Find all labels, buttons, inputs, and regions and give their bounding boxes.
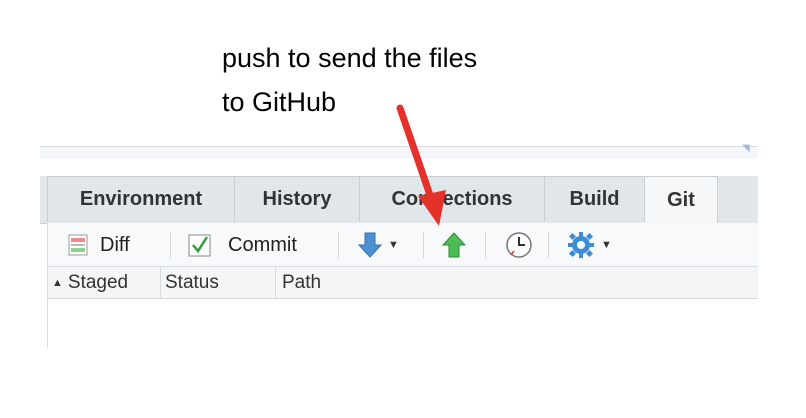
arrow-shaft bbox=[396, 104, 435, 202]
arrow-head bbox=[418, 190, 446, 226]
annotation-arrow bbox=[396, 104, 446, 226]
